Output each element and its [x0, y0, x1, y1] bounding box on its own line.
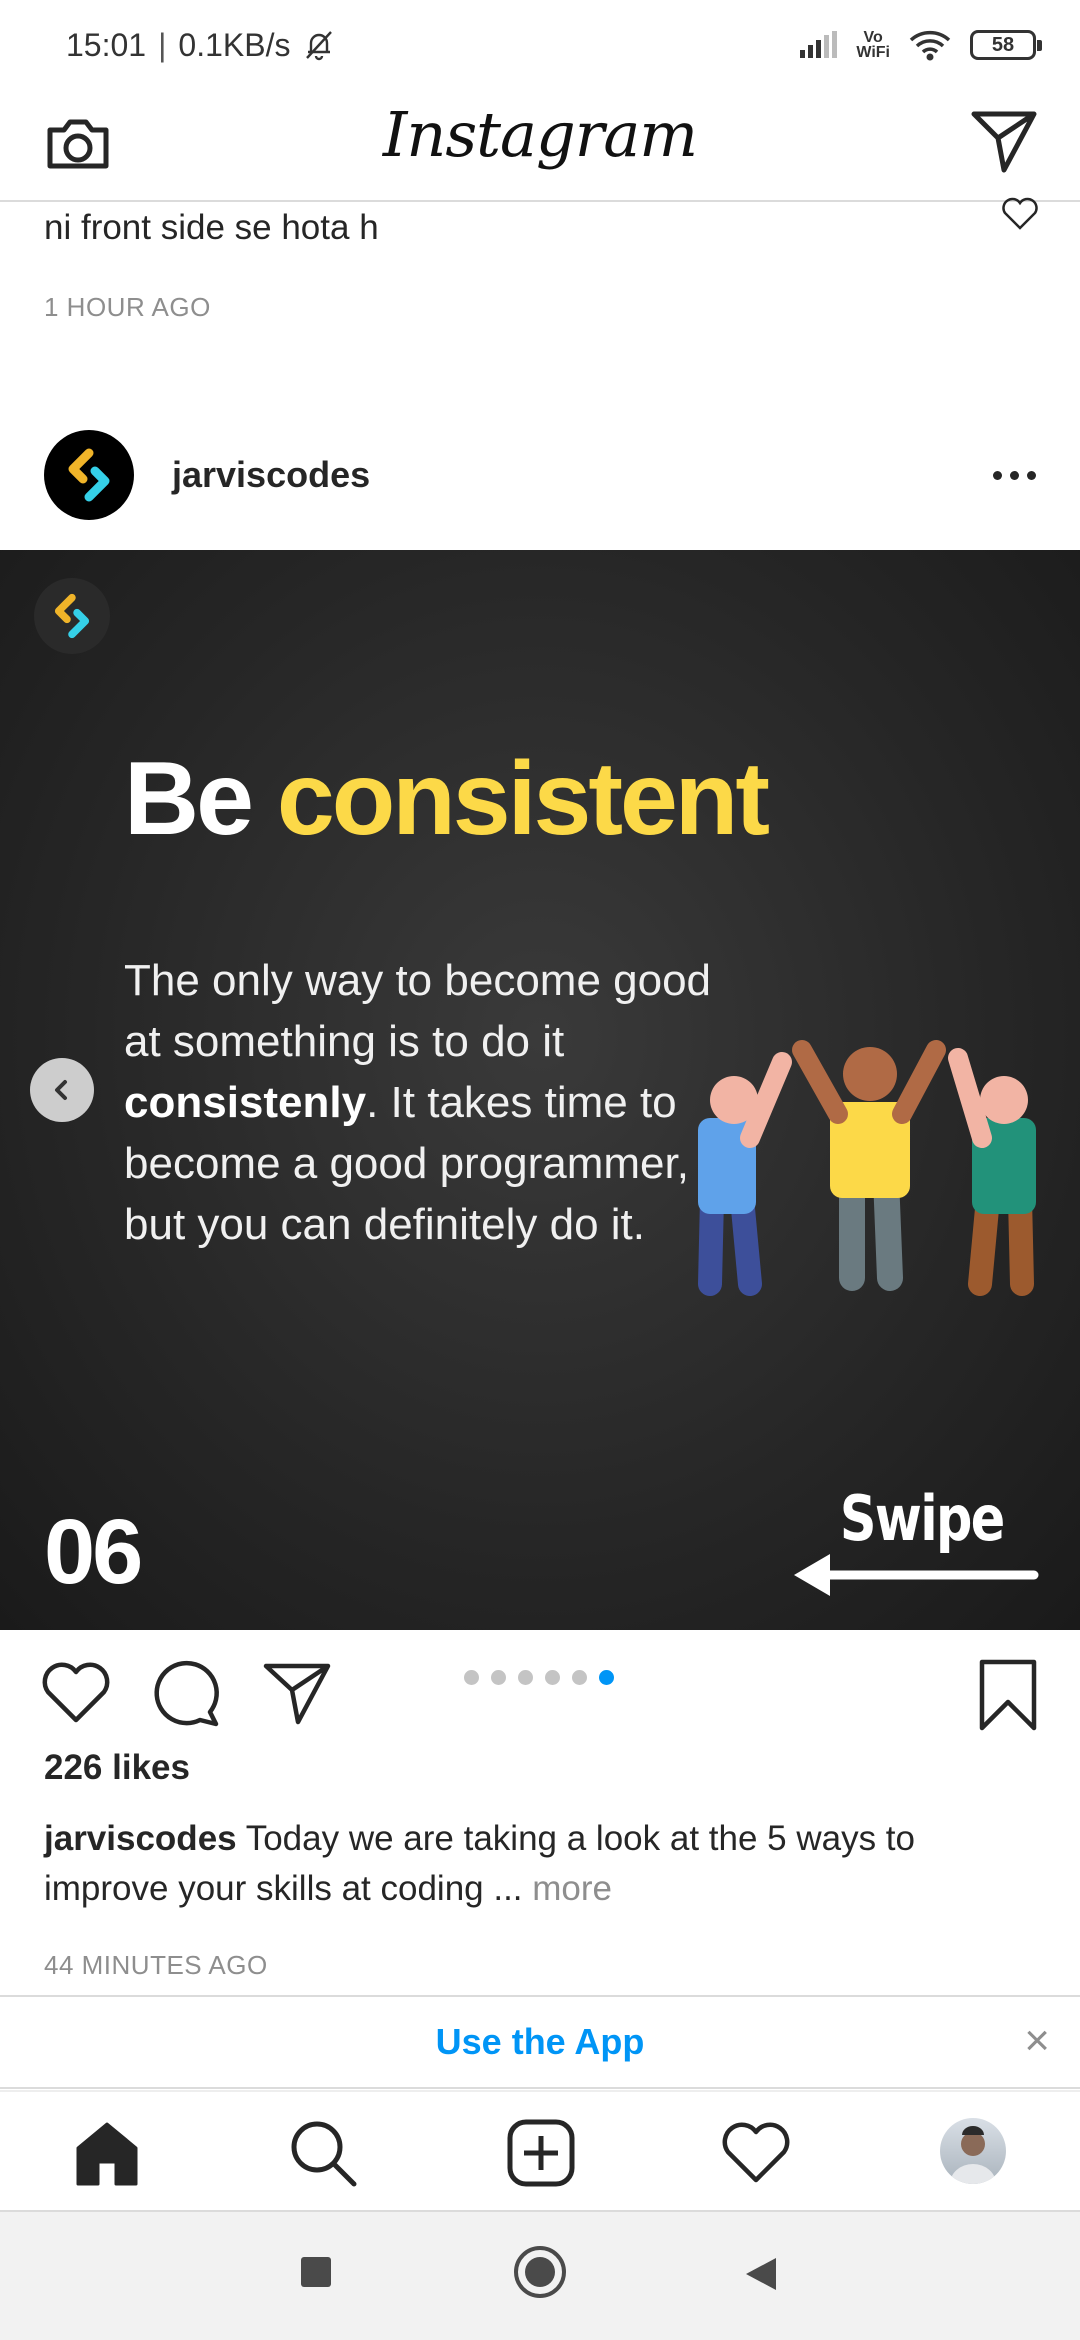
swipe-label: Swipe — [840, 1482, 1005, 1555]
close-banner-button[interactable]: × — [1024, 2019, 1050, 2063]
post-actions — [0, 1630, 1080, 1740]
use-app-banner: Use the App × — [0, 1995, 1080, 2089]
slide-number: 06 — [44, 1501, 143, 1603]
signal-icon — [800, 31, 838, 58]
wifi-icon — [909, 30, 951, 61]
post-image[interactable]: Be consistent The only way to become goo… — [0, 550, 1080, 1630]
carousel-indicator — [464, 1670, 614, 1685]
stop-icon[interactable] — [298, 2254, 334, 2290]
direct-message-icon[interactable] — [968, 104, 1040, 176]
battery-level: 58 — [991, 33, 1015, 56]
instagram-logo[interactable]: Instagram — [0, 90, 1080, 180]
carousel-dot — [572, 1670, 587, 1685]
body-text-part: The only way to become good at something… — [124, 956, 712, 1066]
caption-more-link[interactable]: more — [523, 1869, 612, 1908]
dot-icon — [993, 470, 1002, 480]
network-speed: 0.1KB/s — [178, 26, 291, 63]
system-navigation-bar — [0, 2212, 1080, 2340]
carousel-dot — [464, 1670, 479, 1685]
status-separator: | — [158, 26, 167, 63]
jarviscodes-logo-icon — [68, 448, 110, 502]
post-options-button[interactable] — [993, 470, 1036, 480]
previous-post-caption: ni front side se hota h — [44, 208, 379, 247]
carousel-dot — [518, 1670, 533, 1685]
share-icon[interactable] — [260, 1658, 332, 1728]
home-circle-icon[interactable] — [512, 2244, 568, 2300]
image-brand-logo — [34, 578, 110, 654]
headline-word-2: consistent — [276, 741, 770, 857]
swipe-arrow-icon — [794, 1554, 1039, 1596]
post-time: 44 MINUTES AGO — [44, 1950, 268, 1980]
author-avatar[interactable] — [44, 430, 134, 520]
comment-like-heart-icon[interactable] — [1000, 196, 1040, 232]
previous-post-time: 1 HOUR AGO — [44, 292, 211, 322]
dot-icon — [1027, 470, 1036, 480]
muted-bell-icon — [306, 31, 333, 61]
carousel-previous-button[interactable] — [30, 1058, 94, 1122]
heart-icon[interactable] — [40, 1658, 112, 1726]
status-time: 15:01 — [66, 26, 147, 63]
activity-icon[interactable] — [720, 2118, 792, 2186]
use-app-button[interactable]: Use the App — [436, 2021, 645, 2063]
post-header: jarviscodes — [0, 418, 1080, 532]
battery-indicator: 58 — [970, 30, 1042, 60]
vowifi-indicator: Vo WiFi — [856, 29, 890, 61]
profile-person-icon — [950, 2126, 996, 2184]
comment-icon[interactable] — [150, 1658, 222, 1728]
dot-icon — [1010, 470, 1019, 480]
like-count[interactable]: 226 likes — [44, 1748, 190, 1788]
carousel-dot — [545, 1670, 560, 1685]
image-body-text: The only way to become good at something… — [124, 950, 714, 1255]
vowifi-top: Vo — [863, 29, 883, 46]
jarviscodes-logo-icon — [54, 593, 90, 639]
high-five-people-illustration — [698, 1040, 1036, 1296]
headline-word-1: Be — [124, 741, 254, 857]
new-post-icon[interactable] — [506, 2118, 576, 2188]
search-icon[interactable] — [288, 2118, 358, 2188]
body-text-bold: consistenly — [124, 1078, 367, 1127]
home-icon[interactable] — [72, 2118, 142, 2188]
chevron-left-icon — [55, 1080, 67, 1100]
vowifi-bottom: WiFi — [856, 44, 890, 61]
bookmark-icon[interactable] — [976, 1658, 1040, 1732]
post-caption: jarviscodes Today we are taking a look a… — [44, 1814, 1044, 1914]
status-left: 15:01 | 0.1KB/s — [66, 27, 336, 64]
carousel-dot — [599, 1670, 614, 1685]
bottom-navigation — [0, 2090, 1080, 2212]
app-header: Instagram — [0, 90, 1080, 202]
status-bar: 15:01 | 0.1KB/s Vo WiFi 58 — [0, 0, 1080, 90]
status-right: Vo WiFi 58 — [798, 28, 1042, 62]
carousel-dot — [491, 1670, 506, 1685]
back-icon[interactable] — [742, 2254, 780, 2294]
image-headline: Be consistent — [124, 740, 770, 859]
caption-username[interactable]: jarviscodes — [44, 1819, 237, 1858]
post-username[interactable]: jarviscodes — [172, 454, 370, 496]
profile-avatar[interactable] — [940, 2118, 1006, 2184]
